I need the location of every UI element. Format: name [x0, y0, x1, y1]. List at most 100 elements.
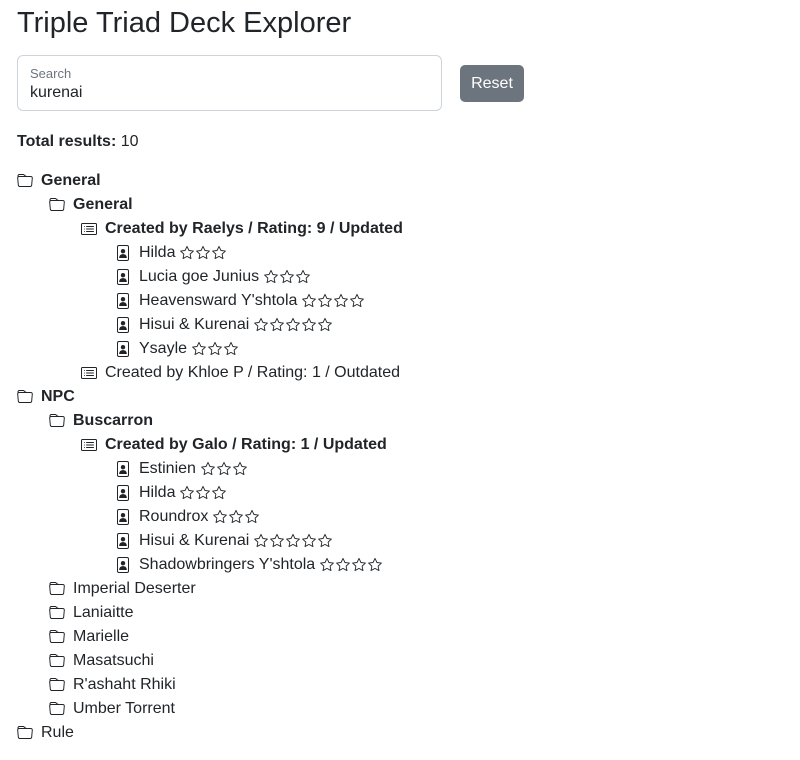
tree-item-label: Marielle — [73, 628, 130, 645]
tree-folder[interactable]: R'ashaht Rhiki — [17, 673, 777, 697]
star-outline-icon — [279, 269, 295, 285]
star-outline-icon — [211, 485, 227, 501]
tree-item-label: Buscarron — [73, 412, 154, 429]
total-results-value: 10 — [120, 133, 139, 150]
card-stars — [191, 341, 239, 357]
tree-item-label: Ysayle — [139, 340, 188, 357]
star-outline-icon — [211, 245, 227, 261]
folder-icon — [49, 677, 65, 693]
card-list-icon — [81, 365, 97, 381]
star-outline-icon — [191, 341, 207, 357]
folder-icon — [49, 701, 65, 717]
search-label: Search — [30, 66, 72, 81]
tree-item-label: Masatsuchi — [73, 652, 154, 669]
folder-icon — [49, 581, 65, 597]
star-outline-icon — [216, 461, 232, 477]
folder-icon — [49, 653, 65, 669]
tree-card[interactable]: Estinien — [17, 457, 777, 481]
folder-icon — [17, 725, 33, 741]
star-outline-icon — [223, 341, 239, 357]
tree-item-label: Hilda — [139, 244, 176, 261]
star-outline-icon — [301, 317, 317, 333]
tree-item-label: Created by Galo / Rating: 1 / Updated — [105, 436, 387, 453]
star-outline-icon — [269, 317, 285, 333]
tree-folder[interactable]: General — [17, 169, 777, 193]
tree-item-label: Laniaitte — [73, 604, 134, 621]
tree-item-label: Heavensward Y'shtola — [139, 292, 298, 309]
person-card-icon — [115, 293, 131, 309]
tree-item-label: Estinien — [139, 460, 196, 477]
person-card-icon — [115, 341, 131, 357]
star-outline-icon — [263, 269, 279, 285]
star-outline-icon — [200, 461, 216, 477]
tree-folder[interactable]: Buscarron — [17, 409, 777, 433]
folder-icon — [49, 605, 65, 621]
person-card-icon — [115, 269, 131, 285]
star-outline-icon — [295, 269, 311, 285]
tree-item-label: Roundrox — [139, 508, 209, 525]
star-outline-icon — [179, 245, 195, 261]
star-outline-icon — [195, 245, 211, 261]
tree-card[interactable]: Lucia goe Junius — [17, 265, 777, 289]
star-outline-icon — [179, 485, 195, 501]
tree-card[interactable]: Hisui & Kurenai — [17, 313, 777, 337]
star-outline-icon — [244, 509, 260, 525]
card-stars — [263, 269, 311, 285]
search-field[interactable]: Search — [17, 55, 442, 111]
tree-card[interactable]: Ysayle — [17, 337, 777, 361]
tree-item-label: Hisui & Kurenai — [139, 532, 250, 549]
tree-item-label: Imperial Deserter — [73, 580, 196, 597]
star-outline-icon — [301, 533, 317, 549]
tree-item-label: Created by Khloe P / Rating: 1 / Outdate… — [105, 364, 400, 381]
tree-card[interactable]: Shadowbringers Y'shtola — [17, 553, 777, 577]
card-stars — [179, 485, 227, 501]
person-card-icon — [115, 461, 131, 477]
tree-item-label: R'ashaht Rhiki — [73, 676, 176, 693]
star-outline-icon — [349, 293, 365, 309]
star-outline-icon — [351, 557, 367, 573]
tree-card[interactable]: Hilda — [17, 481, 777, 505]
person-card-icon — [115, 509, 131, 525]
reset-button[interactable]: Reset — [460, 65, 524, 102]
tree-item-label: General — [41, 172, 101, 189]
card-list-icon — [81, 437, 97, 453]
page-title: Triple Triad Deck Explorer — [17, 7, 352, 39]
tree-item-label: Shadowbringers Y'shtola — [139, 556, 316, 573]
tree-card[interactable]: Hilda — [17, 241, 777, 265]
star-outline-icon — [207, 341, 223, 357]
star-outline-icon — [317, 293, 333, 309]
star-outline-icon — [285, 317, 301, 333]
tree-folder[interactable]: Rule — [17, 721, 777, 745]
person-card-icon — [115, 317, 131, 333]
search-input[interactable] — [30, 84, 425, 102]
person-card-icon — [115, 557, 131, 573]
total-results-label: Total results: — [17, 133, 117, 150]
folder-icon — [17, 173, 33, 189]
tree-folder[interactable]: Masatsuchi — [17, 649, 777, 673]
tree-folder[interactable]: Marielle — [17, 625, 777, 649]
tree-card[interactable]: Roundrox — [17, 505, 777, 529]
tree-item-label: Created by Raelys / Rating: 9 / Updated — [105, 220, 403, 237]
tree-card[interactable]: Hisui & Kurenai — [17, 529, 777, 553]
card-stars — [200, 461, 248, 477]
tree-folder[interactable]: NPC — [17, 385, 777, 409]
tree-folder[interactable]: Umber Torrent — [17, 697, 777, 721]
tree-deck[interactable]: Created by Raelys / Rating: 9 / Updated — [17, 217, 777, 241]
star-outline-icon — [212, 509, 228, 525]
star-outline-icon — [195, 485, 211, 501]
tree-folder[interactable]: General — [17, 193, 777, 217]
card-stars — [253, 317, 333, 333]
star-outline-icon — [317, 317, 333, 333]
tree-deck[interactable]: Created by Khloe P / Rating: 1 / Outdate… — [17, 361, 777, 385]
card-list-icon — [81, 221, 97, 237]
deck-tree: General General Created by Raelys / Rating… — [17, 169, 777, 745]
tree-item-label: General — [73, 196, 133, 213]
star-outline-icon — [317, 533, 333, 549]
folder-icon — [49, 629, 65, 645]
star-outline-icon — [285, 533, 301, 549]
tree-card[interactable]: Heavensward Y'shtola — [17, 289, 777, 313]
tree-folder[interactable]: Laniaitte — [17, 601, 777, 625]
tree-item-label: Rule — [41, 724, 74, 741]
tree-deck[interactable]: Created by Galo / Rating: 1 / Updated — [17, 433, 777, 457]
tree-folder[interactable]: Imperial Deserter — [17, 577, 777, 601]
